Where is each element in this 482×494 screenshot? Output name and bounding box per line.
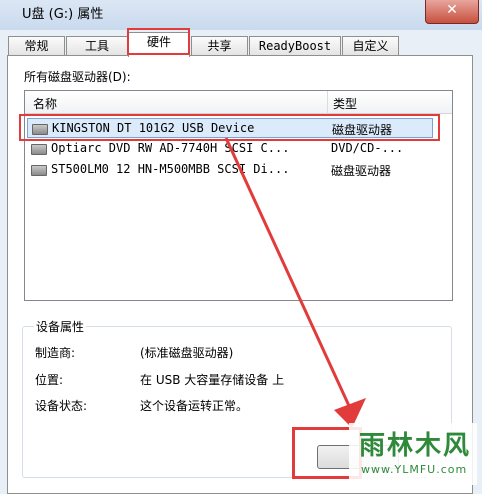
watermark-text: 雨林木风 <box>359 431 472 461</box>
watermark-url: www.YLMFU.com <box>361 463 468 476</box>
annotation-arrow <box>224 137 366 428</box>
watermark-logo: 雨林木风 www.YLMFU.com <box>349 423 477 485</box>
